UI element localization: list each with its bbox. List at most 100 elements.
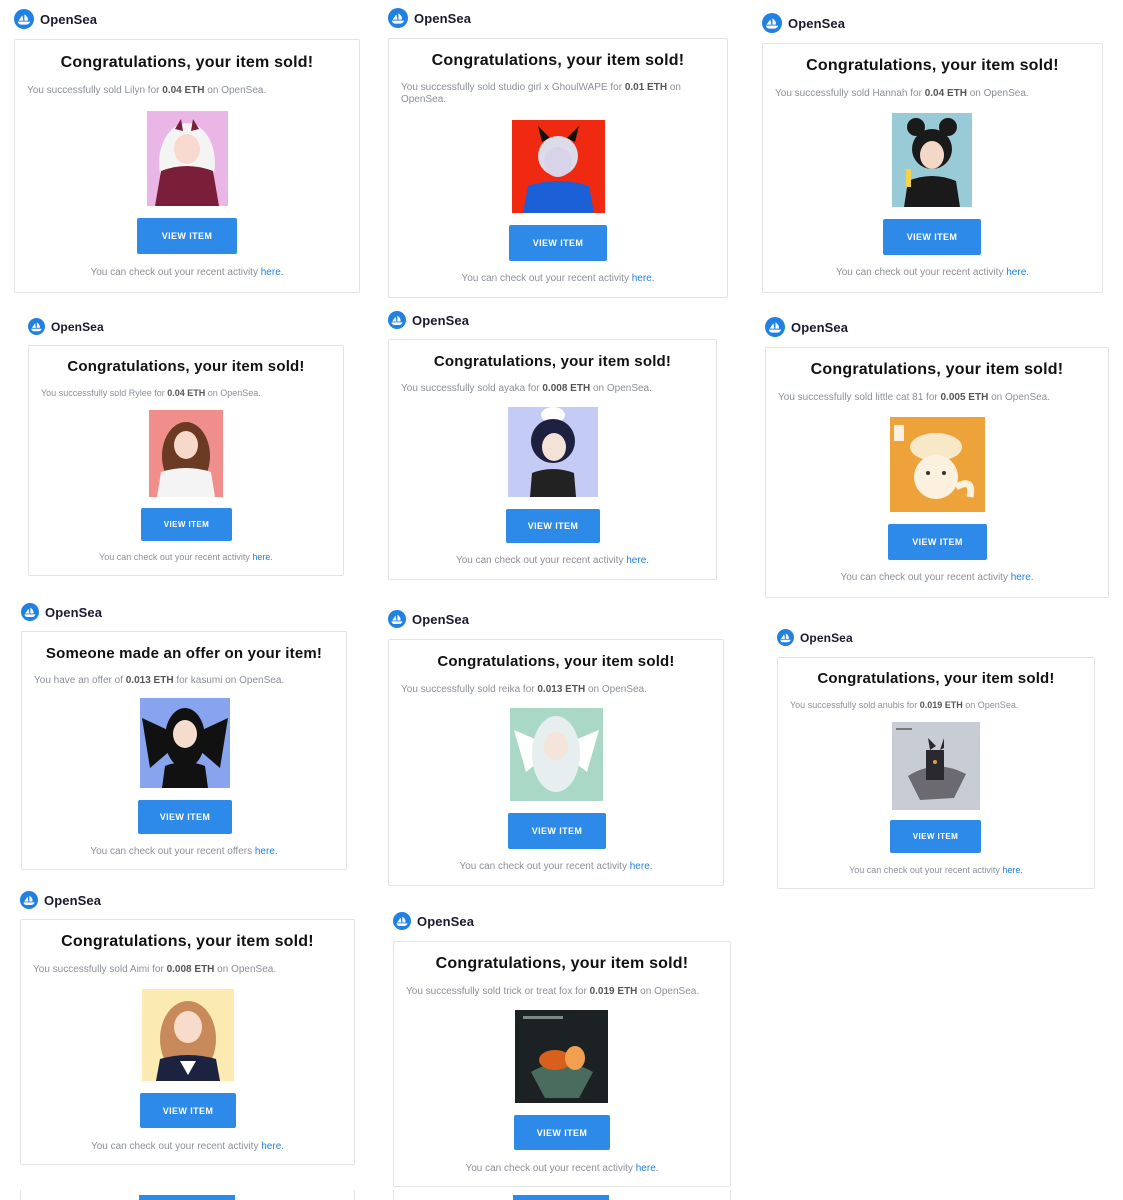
notification-card: Congratulations, your item sold! You suc…	[762, 43, 1103, 293]
view-item-button[interactable]: VIEW ITEM	[137, 218, 237, 254]
opensea-logo-icon	[21, 603, 39, 621]
view-item-button[interactable]: VIEW ITEM	[888, 524, 987, 560]
view-item-button-partial[interactable]	[513, 1195, 609, 1200]
nft-art-illustration	[892, 113, 972, 207]
brand-logo[interactable]: OpenSea	[388, 610, 469, 628]
card-edge	[20, 1190, 21, 1200]
recent-activity-link[interactable]: here.	[626, 555, 649, 566]
sale-amount: 0.04 ETH	[162, 85, 205, 96]
card-title: Congratulations, your item sold!	[67, 358, 305, 375]
brand-logo[interactable]: OpenSea	[21, 603, 102, 621]
card-footer: You can check out your recent activity h…	[99, 552, 273, 562]
card-footer: You can check out your recent activity h…	[465, 1163, 659, 1174]
card-title: Congratulations, your item sold!	[435, 955, 689, 972]
brand-name: OpenSea	[40, 11, 98, 27]
notification-card: Congratulations, your item sold! You suc…	[28, 345, 344, 576]
card-footer: You can check out your recent activity h…	[849, 865, 1023, 875]
card-footer: You can check out your recent activity h…	[835, 267, 1030, 278]
nft-art-illustration	[892, 722, 980, 810]
notification-card: Congratulations, your item sold! You suc…	[388, 339, 717, 580]
recent-activity-link[interactable]: here.	[632, 273, 655, 284]
nft-art-illustration	[510, 708, 603, 801]
nft-image[interactable]	[515, 1010, 608, 1103]
nft-image[interactable]	[149, 410, 223, 497]
brand-logo[interactable]: OpenSea	[777, 629, 853, 646]
nft-image[interactable]	[147, 111, 228, 206]
nft-image[interactable]	[892, 113, 972, 207]
nft-image[interactable]	[508, 407, 598, 497]
nft-image[interactable]	[892, 722, 980, 810]
nft-image[interactable]	[510, 708, 603, 801]
recent-activity-link[interactable]: here.	[1011, 572, 1034, 583]
brand-logo[interactable]: OpenSea	[20, 891, 101, 909]
opensea-logo-icon	[20, 891, 38, 909]
sale-amount: 0.005 ETH	[940, 392, 989, 403]
brand-name: OpenSea	[51, 319, 104, 334]
sale-amount: 0.008 ETH	[166, 964, 215, 975]
recent-activity-link[interactable]: here.	[636, 1163, 659, 1174]
card-title: Congratulations, your item sold!	[433, 353, 672, 370]
view-item-button[interactable]: VIEW ITEM	[890, 820, 981, 853]
brand-logo[interactable]: OpenSea	[28, 318, 104, 335]
brand-logo[interactable]: OpenSea	[14, 9, 97, 29]
recent-activity-link[interactable]: here.	[630, 861, 653, 872]
view-item-button[interactable]: VIEW ITEM	[514, 1115, 610, 1150]
opensea-logo-icon	[777, 629, 794, 646]
recent-activity-link[interactable]: here.	[261, 267, 284, 278]
notification-card: Congratulations, your item sold! You suc…	[388, 639, 724, 886]
notification-card: Congratulations, your item sold! You suc…	[777, 657, 1095, 889]
notification-card: Congratulations, your item sold! You suc…	[20, 919, 355, 1165]
nft-image[interactable]	[142, 989, 234, 1081]
notification-card: Congratulations, your item sold! You suc…	[765, 347, 1109, 598]
view-item-button[interactable]: VIEW ITEM	[509, 225, 607, 261]
view-item-button[interactable]: VIEW ITEM	[138, 800, 232, 834]
view-item-button[interactable]: VIEW ITEM	[141, 508, 232, 541]
sale-amount: 0.04 ETH	[167, 388, 206, 398]
card-title: Congratulations, your item sold!	[810, 361, 1064, 378]
sale-amount: 0.01 ETH	[624, 82, 668, 93]
brand-name: OpenSea	[800, 630, 853, 645]
view-item-button[interactable]: VIEW ITEM	[883, 219, 981, 255]
brand-name: OpenSea	[417, 913, 475, 929]
recent-offers-link[interactable]: here.	[255, 846, 278, 857]
view-item-button[interactable]: VIEW ITEM	[140, 1093, 236, 1128]
opensea-logo-icon	[14, 9, 34, 29]
card-message: You successfully sold Rylee for 0.04 ETH…	[41, 388, 261, 398]
card-message: You successfully sold Aimi for 0.008 ETH…	[33, 964, 277, 975]
view-item-button[interactable]: VIEW ITEM	[508, 813, 606, 849]
brand-logo[interactable]: OpenSea	[388, 311, 469, 329]
view-item-button[interactable]: VIEW ITEM	[506, 509, 600, 543]
card-title: Congratulations, your item sold!	[60, 54, 314, 71]
nft-image[interactable]	[512, 120, 605, 213]
recent-activity-link[interactable]: here.	[261, 1141, 284, 1152]
brand-name: OpenSea	[414, 10, 472, 26]
card-footer: You can check out your recent activity h…	[455, 555, 650, 566]
brand-name: OpenSea	[791, 319, 849, 335]
brand-logo[interactable]: OpenSea	[393, 912, 474, 930]
nft-image[interactable]	[890, 417, 985, 512]
card-title: Someone made an offer on your item!	[45, 645, 323, 662]
brand-logo[interactable]: OpenSea	[388, 8, 471, 28]
card-title: Congratulations, your item sold!	[806, 57, 1059, 74]
sale-amount: 0.019 ETH	[589, 986, 638, 997]
brand-logo[interactable]: OpenSea	[762, 13, 845, 33]
card-message: You successfully sold little cat 81 for …	[778, 392, 1051, 403]
nft-art-illustration	[140, 698, 230, 788]
card-title: Congratulations, your item sold!	[437, 653, 675, 670]
view-item-button-partial[interactable]	[139, 1195, 235, 1200]
nft-art-illustration	[890, 417, 985, 512]
card-footer: You can check out your recent activity h…	[459, 861, 653, 872]
recent-activity-link[interactable]: here.	[1002, 865, 1023, 875]
opensea-logo-icon	[388, 610, 406, 628]
recent-activity-link[interactable]: here.	[1006, 267, 1029, 278]
card-edge	[730, 1190, 731, 1200]
brand-name: OpenSea	[44, 892, 102, 908]
offer-amount: 0.013 ETH	[125, 675, 174, 686]
card-footer: You can check out your recent activity h…	[90, 1141, 285, 1152]
recent-activity-link[interactable]: here.	[252, 552, 273, 562]
sale-amount: 0.013 ETH	[537, 684, 586, 695]
notification-card: Congratulations, your item sold! You suc…	[393, 941, 731, 1187]
nft-image[interactable]	[140, 698, 230, 788]
card-message: You successfully sold anubis for 0.019 E…	[790, 700, 1019, 710]
brand-logo[interactable]: OpenSea	[765, 317, 848, 337]
